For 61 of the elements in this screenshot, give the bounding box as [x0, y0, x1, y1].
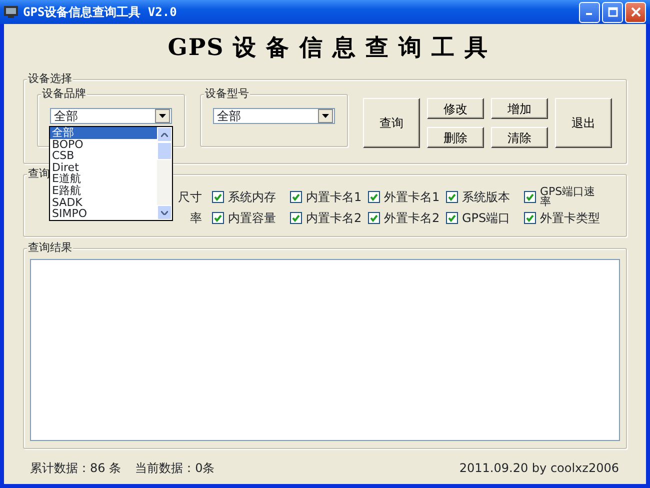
dropdown-option[interactable]: CSB [50, 150, 157, 162]
checkbox[interactable] [290, 212, 302, 224]
scroll-thumb[interactable] [157, 142, 172, 160]
total-count: 累计数据：86 条 [30, 460, 122, 477]
checkbox-label: 外置卡类型 [540, 210, 600, 227]
scroll-up-button[interactable] [157, 127, 172, 142]
checkbox[interactable] [212, 191, 224, 203]
action-button[interactable]: 退出 [555, 98, 612, 148]
dropdown-option[interactable]: SIMPO [50, 208, 157, 220]
maximize-icon [608, 7, 618, 17]
minimize-button[interactable] [579, 2, 600, 22]
group-label: 设备选择 [27, 72, 73, 86]
checkbox[interactable] [212, 212, 224, 224]
window-title: GPS设备信息查询工具 V2.0 [23, 4, 178, 21]
checkbox-label: 尺寸 [178, 189, 202, 206]
dropdown-option[interactable]: SADK [50, 196, 157, 208]
group-label: 查询结果 [27, 241, 73, 255]
dropdown-option[interactable]: BOPO [50, 138, 157, 150]
dropdown-option[interactable]: 全部 [50, 127, 157, 139]
checkbox[interactable] [524, 191, 536, 203]
scroll-down-button[interactable] [157, 205, 172, 220]
checkbox-label: 内置卡名1 [306, 189, 362, 206]
checkbox-label: 内置容量 [228, 210, 276, 227]
dropdown-option[interactable]: Diret [50, 162, 157, 174]
checkbox-label: 系统内存 [228, 189, 276, 206]
checkbox[interactable] [524, 212, 536, 224]
combo-value: 全部 [217, 108, 241, 125]
action-button[interactable]: 增加 [491, 98, 548, 119]
checkbox-label: GPS端口 [462, 210, 510, 227]
close-icon [630, 7, 640, 17]
checkbox-label: 内置卡名2 [306, 210, 362, 227]
current-count: 当前数据：0条 [135, 460, 215, 477]
brand-combo[interactable]: 全部 [50, 108, 172, 124]
checkbox[interactable] [446, 212, 458, 224]
checkbox-label: GPS端口速率 [540, 187, 596, 207]
checkbox[interactable] [446, 191, 458, 203]
group-label: 查询 [27, 167, 51, 181]
group-label: 设备型号 [204, 87, 250, 101]
checkbox-label: 系统版本 [462, 189, 510, 206]
checkbox[interactable] [290, 191, 302, 203]
checkbox-label: 率 [190, 210, 202, 227]
combo-value: 全部 [54, 108, 78, 125]
checkbox[interactable] [368, 212, 380, 224]
dropdown-option[interactable]: E道航 [50, 173, 157, 185]
action-button[interactable]: 删除 [427, 127, 484, 148]
app-icon [4, 6, 18, 18]
action-button[interactable]: 清除 [491, 127, 548, 148]
credit-text: 2011.09.20 by coolxz2006 [459, 460, 619, 477]
close-button[interactable] [625, 2, 646, 22]
checkbox[interactable] [368, 191, 380, 203]
maximize-button[interactable] [602, 2, 623, 22]
model-combo[interactable]: 全部 [213, 108, 335, 124]
action-button[interactable]: 查询 [363, 98, 420, 148]
checkbox-label: 外置卡名1 [384, 189, 440, 206]
group-label: 设备品牌 [41, 87, 87, 101]
app-heading: GPS 设 备 信 息 查 询 工 具 [166, 33, 490, 63]
caret-icon [322, 114, 329, 118]
checkbox-label: 外置卡名2 [384, 210, 440, 227]
caret-icon [159, 114, 166, 118]
action-button[interactable]: 修改 [427, 98, 484, 119]
dropdown-option[interactable]: E路航 [50, 184, 157, 197]
